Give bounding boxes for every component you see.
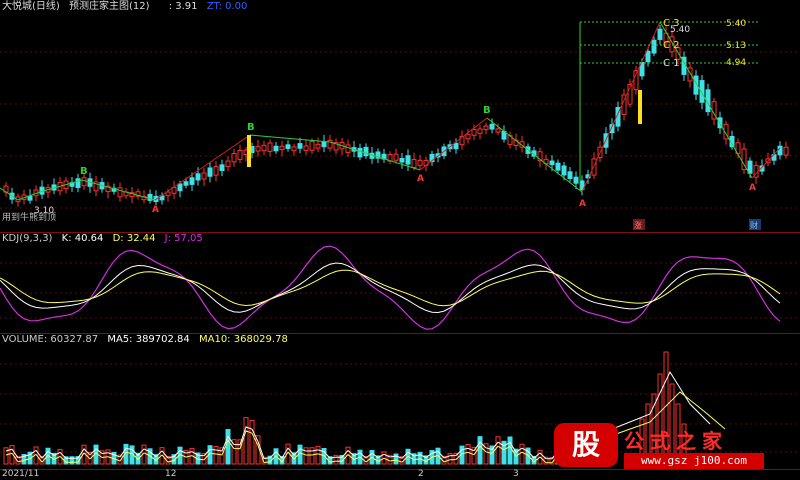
site-logo: 股 公式之家 www.gsz j100.com [554, 423, 774, 473]
kdj-chart[interactable] [0, 233, 800, 333]
level-label-c2: C 2 [663, 40, 680, 51]
candle [495, 128, 501, 133]
candle [405, 155, 411, 165]
candle [183, 181, 189, 186]
volume-bar [465, 443, 471, 465]
candle [321, 141, 327, 148]
volume-bar [495, 436, 501, 465]
candle [219, 164, 225, 172]
trend-line-red3 [581, 21, 661, 193]
candle [471, 129, 477, 136]
level-value-c3: 5.40 [726, 19, 746, 29]
volume-bar [477, 436, 483, 465]
candle [567, 171, 573, 180]
candle [345, 144, 351, 153]
volume-bar [243, 417, 249, 465]
candle [291, 146, 297, 152]
logo-url: www.gsz j100.com [624, 453, 764, 469]
candle [465, 133, 471, 140]
marker-b: B [80, 166, 88, 177]
logo-text: 公式之家 [624, 429, 728, 453]
candle [651, 39, 657, 54]
candle [315, 143, 321, 149]
axis-label: 12 [165, 469, 177, 479]
candle [207, 167, 213, 177]
marker-a: A [579, 199, 586, 209]
candle [417, 159, 423, 166]
level-label-c1: C 1 [663, 58, 680, 69]
candle [483, 125, 489, 131]
signal-bar [638, 90, 642, 124]
candle [117, 187, 123, 198]
candle [453, 142, 459, 150]
main-chart-panel[interactable]: 大悦城(日线) 预测庄家主图(12) : 3.91 ZT: 0.00 B B B… [0, 0, 800, 232]
badge-cai: 财 [750, 220, 758, 230]
candle [297, 143, 303, 149]
candle [777, 145, 783, 156]
marker-a: A [749, 183, 756, 193]
kdj-panel[interactable]: KDJ(9,3,3) K: 40.64 D: 32.44 J: 57.05 [0, 233, 800, 333]
candle [303, 145, 309, 151]
candle [657, 28, 663, 40]
marker-b: B [247, 122, 255, 133]
candle [411, 158, 417, 169]
candle [549, 160, 555, 166]
candle [267, 142, 273, 152]
peak-value: 5.40 [670, 25, 690, 35]
marker-a: A [152, 205, 159, 215]
candle [27, 195, 33, 201]
badge-zhang: 涨 [634, 220, 642, 230]
candle [273, 145, 279, 152]
candle [489, 123, 495, 130]
trend-line-red2 [419, 117, 488, 171]
volume-bar [507, 436, 513, 465]
candle [213, 166, 219, 176]
candle [255, 146, 261, 152]
candle [237, 149, 243, 160]
trend-line-red [154, 134, 251, 201]
trend-line-green3 [486, 117, 583, 193]
candle [477, 128, 483, 134]
candle [177, 183, 183, 192]
candle [201, 172, 207, 180]
volume-bar [315, 445, 321, 465]
candle [573, 176, 579, 184]
marker-b: B [483, 105, 491, 116]
candle [783, 146, 789, 156]
candle [393, 153, 399, 161]
candle [357, 147, 363, 158]
axis-label: 2021/11 [2, 469, 40, 479]
candle [225, 160, 231, 167]
level-value-c1: 4.94 [726, 58, 746, 68]
volume-bar [417, 451, 423, 465]
candle [231, 153, 237, 163]
candle [75, 178, 81, 189]
candle [561, 165, 567, 176]
candle [285, 144, 291, 149]
candle [309, 141, 315, 151]
axis-label: 2 [418, 469, 424, 479]
signal-bar [247, 135, 251, 167]
volume-bar [519, 443, 525, 465]
marker-a: A [417, 174, 424, 184]
volume-bar [249, 419, 255, 465]
volume-bar [225, 429, 231, 465]
candle [195, 173, 201, 181]
axis-label: 3 [513, 469, 519, 479]
candle [81, 177, 87, 187]
candle [399, 158, 405, 163]
candle [189, 177, 195, 185]
candle [645, 50, 651, 63]
level-value-c2: 5.13 [726, 41, 746, 51]
volume-bar [309, 447, 315, 465]
bottom-label: 用到牛熊到顶 [2, 211, 56, 223]
kdj-d-line [0, 269, 781, 307]
volume-bar [213, 446, 219, 465]
candle [555, 162, 561, 171]
logo-gu-icon: 股 [554, 423, 618, 467]
candlestick-chart[interactable]: B B B A A A A C 3 C 2 C 1 5.40 5.13 4.94… [0, 0, 800, 232]
candle [363, 146, 369, 157]
candle [261, 144, 267, 152]
candle [279, 145, 285, 151]
